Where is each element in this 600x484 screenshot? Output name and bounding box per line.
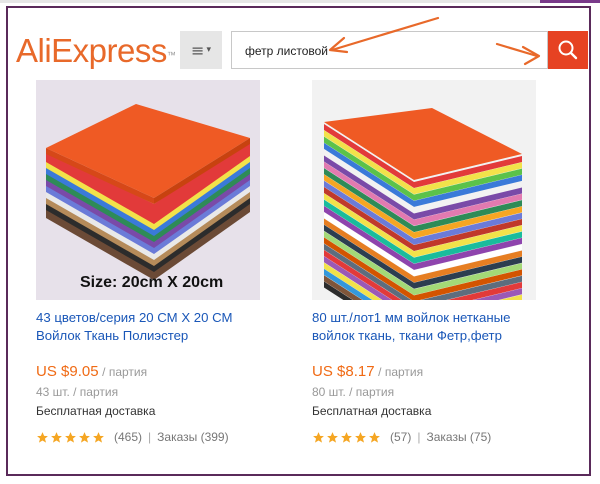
trademark-mark: ™ xyxy=(166,50,176,60)
product-title-link[interactable]: 80 шт./лот1 мм войлок нетканые войлок тк… xyxy=(312,309,547,345)
star-icon xyxy=(79,431,90,443)
lot-quantity: 80 шт. / партия xyxy=(312,385,395,399)
logo-text: AliExpress xyxy=(16,32,167,69)
star-icon xyxy=(51,431,62,443)
separator: | xyxy=(148,430,152,444)
star-icon xyxy=(65,431,76,443)
lot-quantity: 43 шт. / партия xyxy=(36,385,119,399)
search-input[interactable]: фетр листовой xyxy=(231,31,548,69)
star-icon xyxy=(93,431,104,443)
star-icon xyxy=(313,431,324,443)
star-icon xyxy=(327,431,338,443)
product-image[interactable] xyxy=(312,80,536,300)
product-card[interactable]: Size: 20cm X 20cm 43 цветов/серия 20 СМ … xyxy=(36,80,291,444)
orders-count-link[interactable]: Заказы (399) xyxy=(157,430,228,444)
star-icon xyxy=(341,431,352,443)
price-amount: US $8.17 xyxy=(312,363,375,380)
orders-count-link[interactable]: Заказы (75) xyxy=(426,430,491,444)
product-card[interactable]: 80 шт./лот1 мм войлок нетканые войлок тк… xyxy=(312,80,567,444)
felt-stack-image: Size: 20cm X 20cm xyxy=(36,80,260,300)
price-amount: US $9.05 xyxy=(36,363,99,380)
review-count-link[interactable]: (57) xyxy=(390,430,411,444)
caret-down-icon: ▾ xyxy=(206,45,211,55)
search-button[interactable] xyxy=(548,31,588,69)
shipping-info: Бесплатная доставка xyxy=(312,404,432,418)
product-price: US $8.17 / партия xyxy=(312,363,423,380)
star-rating xyxy=(36,431,106,444)
price-unit: / партия xyxy=(102,365,148,379)
rating-row: (465) | Заказы (399) xyxy=(36,430,229,444)
top-border-line xyxy=(0,0,600,3)
category-menu-button[interactable]: ≡ ▾ xyxy=(180,31,222,69)
product-title-link[interactable]: 43 цветов/серия 20 СМ Х 20 СМ Войлок Тка… xyxy=(36,309,271,345)
product-image[interactable]: Size: 20cm X 20cm xyxy=(36,80,260,300)
price-unit: / партия xyxy=(378,365,424,379)
aliexpress-logo[interactable]: AliExpress™ xyxy=(16,31,176,71)
image-caption: Size: 20cm X 20cm xyxy=(80,274,223,291)
star-icon xyxy=(355,431,366,443)
felt-stack-image xyxy=(312,80,536,300)
star-rating xyxy=(312,431,382,444)
review-count-link[interactable]: (465) xyxy=(114,430,142,444)
hamburger-menu-icon: ≡ xyxy=(191,40,205,60)
separator: | xyxy=(417,430,421,444)
product-price: US $9.05 / партия xyxy=(36,363,147,380)
star-icon xyxy=(37,431,48,443)
rating-row: (57) | Заказы (75) xyxy=(312,430,491,444)
magnifier-icon xyxy=(558,40,578,60)
star-icon xyxy=(369,431,380,443)
shipping-info: Бесплатная доставка xyxy=(36,404,156,418)
